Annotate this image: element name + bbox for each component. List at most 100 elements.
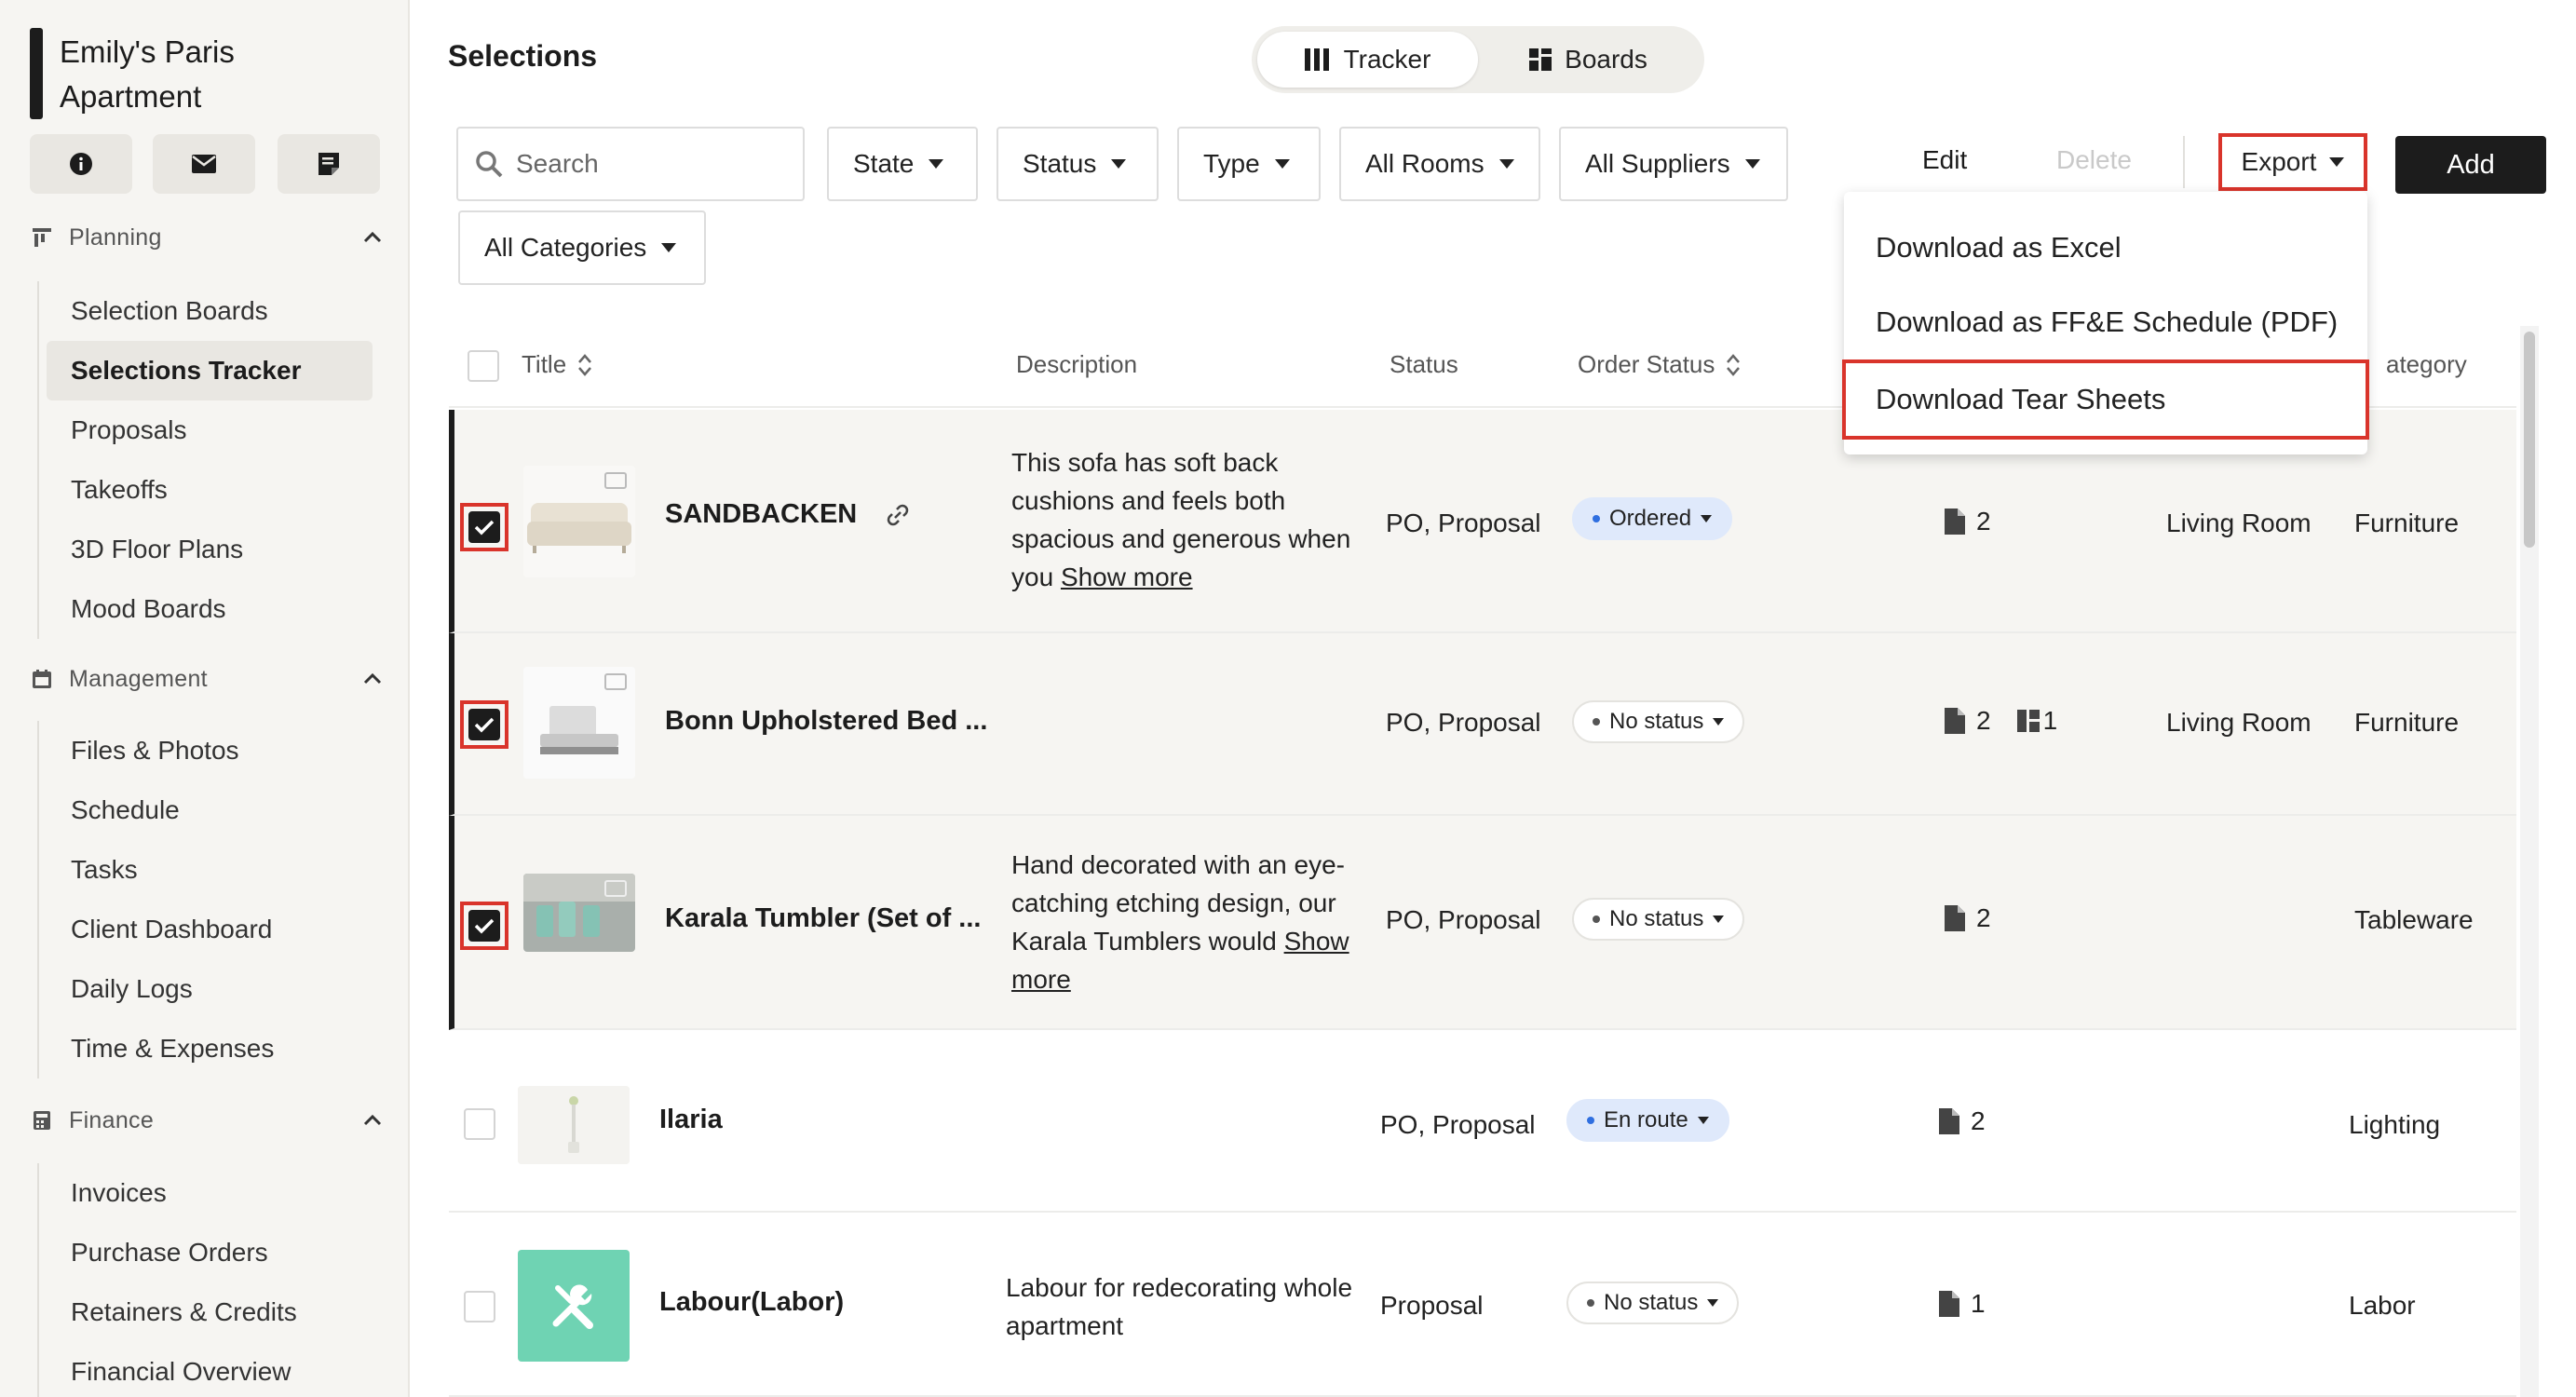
notes-button[interactable] [278,134,380,194]
item-status: PO, Proposal [1386,708,1541,737]
nav-client-dashboard[interactable]: Client Dashboard [47,900,373,959]
nav-mood-boards[interactable]: Mood Boards [47,579,373,639]
order-status-text: En route [1604,1107,1688,1133]
item-files[interactable]: 2 [1945,507,1991,536]
table-row[interactable]: Bonn Upholstered Bed ... PO, Proposal No… [449,633,2516,816]
item-title-text: SANDBACKEN [665,499,858,529]
item-title[interactable]: Ilaria [659,1105,723,1135]
item-thumbnail[interactable] [523,874,635,952]
order-status-pill[interactable]: No status [1566,1282,1740,1324]
file-icon [1939,1108,1959,1134]
col-title[interactable]: Title [522,350,592,379]
note-icon [319,153,339,175]
nav-proposals[interactable]: Proposals [47,400,373,460]
item-title[interactable]: SANDBACKEN [665,499,911,530]
caret-down-icon [1274,159,1290,169]
caret-down-icon [1707,1299,1719,1307]
col-order-status[interactable]: Order Status [1578,350,1741,379]
tab-tracker[interactable]: Tracker [1257,32,1478,88]
item-thumbnail[interactable] [523,667,635,779]
info-button[interactable] [30,134,132,194]
item-files[interactable]: 2 1 [1945,706,2057,736]
view-toggle: Tracker Boards [1252,26,1704,93]
row-checkbox[interactable] [468,910,500,942]
filter-state[interactable]: State [827,127,978,201]
show-more-link[interactable]: Show more [1061,563,1193,591]
table-row[interactable]: Karala Tumbler (Set of ... Hand decorate… [449,816,2516,1030]
item-description: This sofa has soft back cushions and fee… [1011,443,1365,596]
item-thumbnail[interactable] [523,466,635,577]
row-checkbox[interactable] [464,1291,495,1322]
order-status-pill[interactable]: En route [1566,1099,1729,1142]
order-status-pill[interactable]: Ordered [1572,497,1733,540]
select-all-checkbox[interactable] [468,350,499,382]
nav-3d-floor-plans[interactable]: 3D Floor Plans [47,520,373,579]
divider [2183,136,2185,188]
filter-type[interactable]: Type [1177,127,1321,201]
filter-suppliers[interactable]: All Suppliers [1559,127,1788,201]
chevron-up-icon[interactable] [359,224,386,251]
export-button[interactable]: Export [2218,133,2367,191]
item-title[interactable]: Bonn Upholstered Bed ... [665,706,987,737]
section-planning[interactable]: Planning [32,217,386,258]
nav-invoices[interactable]: Invoices [47,1163,373,1223]
columns-icon [1304,48,1329,71]
item-files[interactable]: 1 [1939,1289,1986,1319]
nav-purchase-orders[interactable]: Purchase Orders [47,1223,373,1282]
edit-button[interactable]: Edit [1922,145,1967,175]
menu-download-excel[interactable]: Download as Excel [1844,210,2367,285]
delete-button[interactable]: Delete [2056,145,2132,175]
item-thumbnail[interactable] [518,1250,630,1362]
row-checkbox[interactable] [464,1108,495,1140]
filter-rooms[interactable]: All Rooms [1339,127,1540,201]
chevron-up-icon[interactable] [359,666,386,692]
nav-takeoffs[interactable]: Takeoffs [47,460,373,520]
nav-daily-logs[interactable]: Daily Logs [47,959,373,1019]
item-status: PO, Proposal [1386,905,1541,934]
lamp-image [518,1086,630,1164]
row-checkbox[interactable] [468,709,500,740]
chevron-up-icon[interactable] [359,1107,386,1133]
section-management[interactable]: Management [32,658,386,699]
project-name[interactable]: Emily's Paris Apartment [60,30,376,119]
calculator-icon [32,1110,52,1131]
item-title[interactable]: Karala Tumbler (Set of ... [665,903,981,934]
item-thumbnail[interactable] [518,1086,630,1164]
menu-download-tear-sheets[interactable]: Download Tear Sheets [1842,359,2369,440]
add-button[interactable]: Add [2395,136,2546,194]
item-description: Hand decorated with an eye-catching etch… [1011,846,1365,998]
nav-tasks[interactable]: Tasks [47,840,373,900]
filter-categories[interactable]: All Categories [458,210,706,285]
filter-status[interactable]: Status [997,127,1159,201]
nav-schedule[interactable]: Schedule [47,780,373,840]
nav-selections-tracker[interactable]: Selections Tracker [47,341,373,400]
link-icon[interactable] [885,502,911,528]
table-row[interactable]: Labour(Labor) Labour for redecorating wh… [449,1213,2516,1397]
planning-nav: Selection Boards Selections Tracker Prop… [37,281,373,639]
nav-time-expenses[interactable]: Time & Expenses [47,1019,373,1078]
search-box [456,127,805,201]
tab-label: Tracker [1343,45,1431,74]
message-button[interactable] [153,134,255,194]
row-checkbox-highlight [460,700,508,749]
nav-retainers-credits[interactable]: Retainers & Credits [47,1282,373,1342]
search-input[interactable] [516,149,786,179]
scrollbar-thumb[interactable] [2524,332,2535,548]
item-files[interactable]: 2 [1945,903,1991,933]
order-status-pill[interactable]: No status [1572,700,1745,743]
sort-icon[interactable] [577,353,592,377]
row-checkbox[interactable] [468,511,500,543]
nav-financial-overview[interactable]: Financial Overview [47,1342,373,1397]
item-files[interactable]: 2 [1939,1106,1986,1136]
table-row[interactable]: Ilaria PO, Proposal En route 2 Lighting [449,1030,2516,1213]
nav-selection-boards[interactable]: Selection Boards [47,281,373,341]
nav-files-photos[interactable]: Files & Photos [47,721,373,780]
item-room: Living Room [2166,708,2312,737]
search-icon [476,151,503,178]
section-finance[interactable]: Finance [32,1100,386,1141]
tab-boards[interactable]: Boards [1478,32,1699,88]
sort-icon[interactable] [1726,353,1741,377]
item-title[interactable]: Labour(Labor) [659,1287,844,1318]
menu-download-ffe-pdf[interactable]: Download as FF&E Schedule (PDF) [1844,285,2367,359]
order-status-pill[interactable]: No status [1572,898,1745,941]
